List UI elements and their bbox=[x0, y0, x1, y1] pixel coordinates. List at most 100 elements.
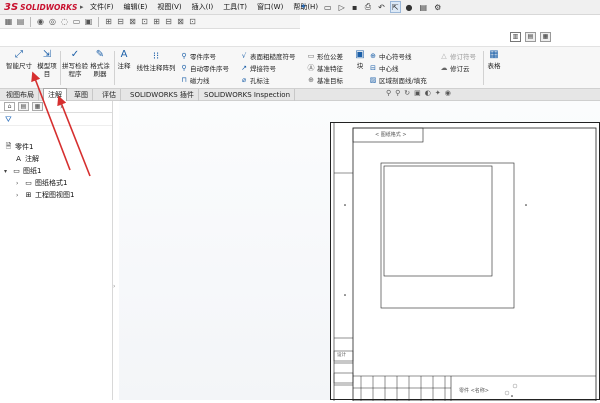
select-icon[interactable]: ⇱ bbox=[389, 1, 401, 13]
menu-tools[interactable]: 工具(T) bbox=[223, 2, 247, 12]
filter-icon[interactable]: ⛛ bbox=[0, 113, 112, 126]
format-painter-button[interactable]: ✎ 格式涂刷器 bbox=[88, 49, 112, 85]
menu-view[interactable]: 视图(V) bbox=[157, 2, 181, 12]
hide-show-icon[interactable]: ◐ bbox=[425, 89, 431, 97]
sheet-icon: ▭ bbox=[13, 167, 20, 175]
annotations-icon: A bbox=[16, 155, 21, 163]
hide-edge-icon[interactable]: ▭ bbox=[72, 17, 81, 26]
menu-insert[interactable]: 插入(I) bbox=[192, 2, 214, 12]
previous-view-icon[interactable]: ↻ bbox=[404, 89, 410, 97]
distribute-icon[interactable]: ⊟ bbox=[164, 17, 173, 26]
revision-symbol-button[interactable]: △ 修订符号 bbox=[440, 50, 476, 61]
display-style-icon[interactable]: ▣ bbox=[414, 89, 421, 97]
drawing-view-icon: ⊞ bbox=[25, 191, 32, 199]
zoom-area-icon[interactable]: ⚲ bbox=[395, 89, 400, 97]
menu-file[interactable]: 文件(F) bbox=[90, 2, 114, 12]
sheet-format-icon: ▭ bbox=[25, 179, 32, 187]
pin-icon[interactable]: ✦ bbox=[300, 2, 307, 11]
tab-annotation[interactable]: 注解 bbox=[43, 88, 67, 102]
print-icon[interactable]: ⎙ bbox=[363, 1, 373, 13]
file-properties-icon[interactable]: ▤ bbox=[418, 1, 430, 13]
layer-icon[interactable]: ▦ bbox=[4, 17, 13, 26]
open-icon[interactable]: ▷ bbox=[337, 1, 347, 13]
datum-feature-button[interactable]: Ⓐ 基准特征 bbox=[307, 62, 344, 73]
tab-view-layout[interactable]: 视图布局 bbox=[2, 89, 39, 101]
align-right-icon[interactable]: ⊠ bbox=[128, 17, 137, 26]
center-mark-label: 中心符号线 bbox=[379, 52, 412, 61]
view-palette-icon[interactable]: ▤ bbox=[525, 32, 536, 42]
expand-icon[interactable]: › bbox=[16, 180, 22, 187]
geometric-tolerance-button[interactable]: ▭ 形位公差 bbox=[307, 50, 343, 61]
property-manager-tab-icon[interactable]: ▤ bbox=[18, 102, 29, 111]
tab-evaluate[interactable]: 评估 bbox=[98, 89, 121, 101]
new-document-icon[interactable]: ▭ bbox=[322, 1, 334, 13]
solidworks-logo[interactable]: 3S SOLIDWORKS bbox=[4, 1, 78, 14]
appearance-icon[interactable]: ✦ bbox=[435, 89, 441, 97]
ungroup-icon[interactable]: ⊡ bbox=[188, 17, 197, 26]
options-icon[interactable]: ⚙ bbox=[432, 1, 443, 13]
save-icon[interactable]: ▪ bbox=[350, 1, 360, 13]
scene-icon[interactable]: ◉ bbox=[445, 89, 451, 97]
ribbon-divider bbox=[60, 51, 61, 85]
feature-tree-tab-icon[interactable]: ⌂ bbox=[4, 102, 15, 111]
note-button[interactable]: A 注释 bbox=[115, 49, 133, 85]
tree-root[interactable]: 🗎 零件1 bbox=[4, 142, 34, 152]
balloon-button[interactable]: ⚲ 零件序号 bbox=[180, 50, 216, 61]
tables-label: 表格 bbox=[487, 62, 501, 70]
tab-sketch[interactable]: 草图 bbox=[70, 89, 93, 101]
drawing-sheet[interactable]: < 图纸格式 > 设计 零件 <名称> bbox=[330, 122, 600, 402]
area-hatch-button[interactable]: ▨ 区域剖面线/填充 bbox=[369, 74, 427, 85]
linear-note-pattern-button[interactable]: ⁝⁝ 线性注释阵列 bbox=[133, 51, 179, 87]
revision-cloud-button[interactable]: ☁ 修订云 bbox=[440, 62, 470, 73]
line-thickness-icon[interactable]: ◎ bbox=[48, 17, 57, 26]
grid-icon[interactable]: ▦ bbox=[540, 32, 551, 42]
linear-note-pattern-label: 线性注释阵列 bbox=[136, 64, 176, 72]
expand-icon[interactable]: › bbox=[16, 192, 22, 199]
part-name-field: 零件 <名称> bbox=[459, 388, 489, 394]
color-display-icon[interactable]: ▣ bbox=[84, 17, 93, 26]
config-manager-tab-icon[interactable]: ▦ bbox=[32, 102, 43, 111]
task-pane-icon[interactable]: ▥ bbox=[510, 32, 521, 42]
undo-icon[interactable]: ↶ bbox=[376, 1, 387, 13]
magnetic-line-button[interactable]: ⊓ 磁力线 bbox=[180, 74, 209, 85]
tree-sheet-format[interactable]: › ▭ 图纸格式1 bbox=[16, 178, 67, 188]
zoom-to-fit-icon[interactable]: ⚲ bbox=[386, 89, 391, 97]
group-icon[interactable]: ⊠ bbox=[176, 17, 185, 26]
tree-sheet[interactable]: ▾ ▭ 图纸1 bbox=[4, 166, 41, 176]
menu-window[interactable]: 窗口(W) bbox=[257, 2, 283, 12]
note-icon: A bbox=[120, 49, 128, 60]
hole-callout-button[interactable]: ⌀ 孔标注 bbox=[240, 74, 270, 85]
centerline-button[interactable]: ⊟ 中心线 bbox=[369, 62, 398, 73]
align-bottom-icon[interactable]: ⊞ bbox=[152, 17, 161, 26]
align-top-icon[interactable]: ⊡ bbox=[140, 17, 149, 26]
align-left-icon[interactable]: ⊞ bbox=[104, 17, 113, 26]
tab-addins[interactable]: SOLIDWORKS 插件 bbox=[126, 89, 199, 101]
weld-symbol-button[interactable]: ↗ 焊接符号 bbox=[240, 62, 276, 73]
block-button[interactable]: ▣ 块 bbox=[354, 49, 366, 85]
tree-drawing-view[interactable]: › ⊞ 工程图视图1 bbox=[16, 190, 74, 200]
menu-expand-icon[interactable]: ▸ bbox=[80, 3, 84, 11]
align-center-icon[interactable]: ⊟ bbox=[116, 17, 125, 26]
auto-balloon-button[interactable]: ⚲ 自动零件序号 bbox=[180, 62, 229, 73]
tab-inspection[interactable]: SOLIDWORKS Inspection bbox=[200, 89, 296, 101]
model-items-button[interactable]: ⇲ 模型项目 bbox=[36, 49, 58, 85]
smart-dimension-button[interactable]: ⤢ 智能尺寸 bbox=[2, 49, 36, 85]
revision-cloud-icon: ☁ bbox=[440, 63, 448, 72]
menu-edit[interactable]: 编辑(E) bbox=[124, 2, 148, 12]
center-mark-button[interactable]: ⊕ 中心符号线 bbox=[369, 50, 412, 61]
surface-finish-button[interactable]: √ 表面粗糙度符号 bbox=[240, 50, 296, 61]
toolbar-divider bbox=[98, 16, 99, 27]
spell-check-button[interactable]: ✓ 拼写检验程序 bbox=[62, 49, 88, 85]
tree-annotations[interactable]: A 注解 bbox=[14, 154, 39, 164]
rebuild-icon[interactable]: ● bbox=[404, 1, 415, 13]
panel-more-icon[interactable]: › bbox=[60, 103, 63, 111]
datum-feature-icon: Ⓐ bbox=[307, 63, 315, 72]
collapse-icon[interactable]: ▾ bbox=[4, 168, 10, 175]
layer-props-icon[interactable]: ▤ bbox=[16, 17, 25, 26]
tables-button[interactable]: ▦ 表格 bbox=[486, 49, 502, 85]
line-color-icon[interactable]: ◉ bbox=[36, 17, 45, 26]
model-items-label: 模型项目 bbox=[37, 62, 57, 78]
datum-target-button[interactable]: ⊕ 基准目标 bbox=[307, 74, 343, 85]
auto-balloon-icon: ⚲ bbox=[181, 63, 187, 72]
line-style-icon[interactable]: ◌ bbox=[60, 17, 69, 26]
